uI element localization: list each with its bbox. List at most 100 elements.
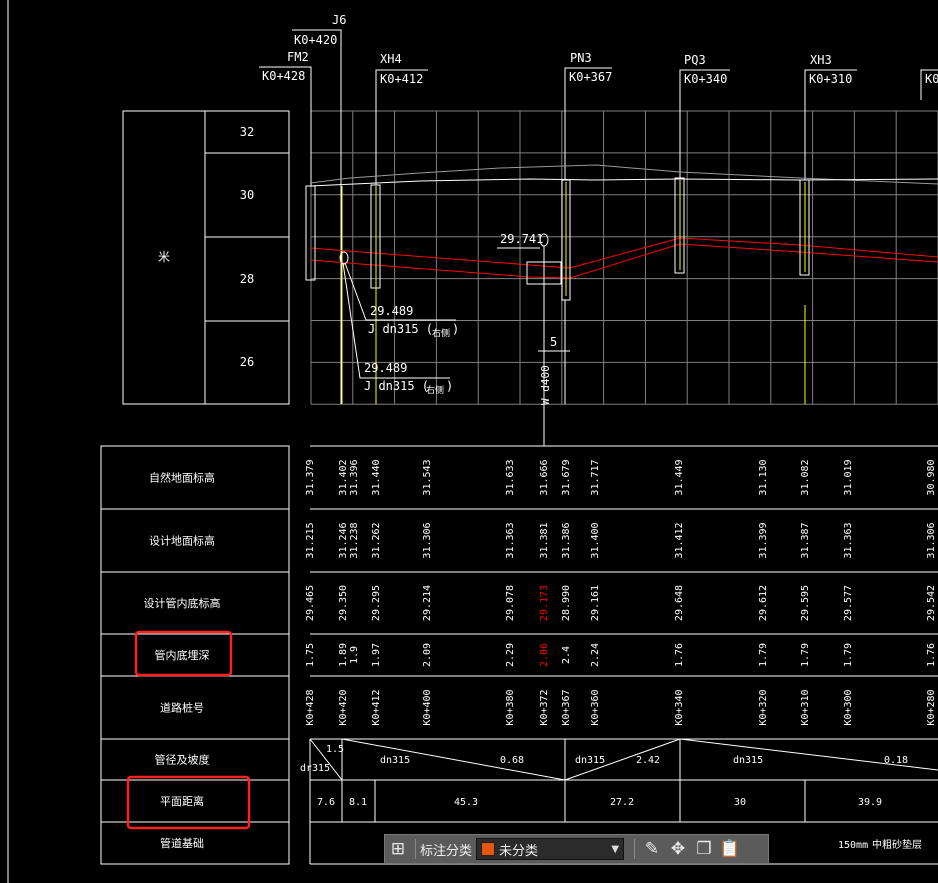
table-cell-depth: 1.79 <box>800 643 811 667</box>
table-cell-depth: 1.9 <box>349 646 360 664</box>
pipe-size: dn315 <box>733 755 763 766</box>
table-cell-invert: 29.465 <box>305 585 316 621</box>
table-cell-chainage: K0+380 <box>505 689 516 725</box>
pipe-size: dn315 <box>575 755 605 766</box>
table-cell-design-ground: 31.399 <box>758 522 769 558</box>
pipe-note: 右侧 <box>426 384 444 396</box>
pipe-slope: 2.42 <box>636 755 660 766</box>
row-label: 管径及坡度 <box>155 753 210 767</box>
table-cell-depth: 1.79 <box>843 643 854 667</box>
table-cell-design-ground: 31.412 <box>674 522 685 558</box>
pipe-label[interactable]: W d400 <box>539 365 552 405</box>
category-label: 标注分类 <box>420 843 473 859</box>
table-cell-depth: 1.97 <box>371 643 382 667</box>
table-cell-ground: 30.980 <box>926 459 937 495</box>
row-label: 管内底埋深 <box>155 648 210 662</box>
table-cell-chainage: K0+360 <box>590 689 601 725</box>
pipe-slope: 0.68 <box>500 755 524 766</box>
table-cell-chainage: K0+400 <box>422 689 433 725</box>
table-cell-depth: 2.09 <box>422 643 433 667</box>
station-chainage: K0+310 <box>809 72 852 86</box>
table-cell-invert: 29.173 <box>539 585 550 621</box>
table-cell-depth: 2.06 <box>539 643 550 667</box>
pipe-annotation[interactable]: J dn315 ( <box>368 322 433 336</box>
grid-icon[interactable]: ⊞ <box>385 836 411 862</box>
table-cell-invert: 29.542 <box>926 585 937 621</box>
copy-icon[interactable]: ❐ <box>691 836 717 862</box>
table-cell-chainage: K0+310 <box>800 689 811 725</box>
station-headers: J6 K0+420 FM2 K0+428 XH4 K0+412 PN3 K0+3… <box>259 13 938 404</box>
pipe-size: dr315 <box>300 763 330 774</box>
table-cell-design-ground: 31.387 <box>800 522 811 558</box>
table-cell-ground: 31.666 <box>539 459 550 495</box>
foundation-thickness: 150mm <box>838 840 868 851</box>
station-name[interactable]: FM2 <box>287 50 309 64</box>
pipe-annotation[interactable]: J dn315 ( <box>364 379 429 393</box>
table-cell-ground: 31.679 <box>561 459 572 495</box>
station-name[interactable]: XH3 <box>810 53 832 67</box>
chevron-down-icon: ▼ <box>611 843 620 855</box>
table-cell-invert: 29.295 <box>371 585 382 621</box>
row-label: 设计管内底标高 <box>144 596 221 610</box>
table-cell-chainage: K0+367 <box>561 689 572 725</box>
table-cell-design-ground: 31.381 <box>539 522 550 558</box>
table-cell-ground: 31.449 <box>674 459 685 495</box>
table-cell-invert: 29.595 <box>800 585 811 621</box>
table-cell-invert: 29.648 <box>674 585 685 621</box>
table-cell-depth: 1.79 <box>758 643 769 667</box>
table-cell-invert: 29.577 <box>843 585 854 621</box>
pipe-top-line <box>309 237 938 269</box>
elevation-annotation[interactable]: 29.489 <box>370 304 413 318</box>
distance-cell: 30 <box>734 797 746 808</box>
station-chainage: K0+420 <box>294 33 337 47</box>
table-cell-ground: 31.633 <box>505 459 516 495</box>
foundation-material: 中粗砂垫层 <box>872 838 922 851</box>
station-chainage: K0+428 <box>262 69 305 83</box>
table-cell-chainage: K0+428 <box>305 689 316 725</box>
table-cell-ground: 31.440 <box>371 459 382 495</box>
dimension-label: 5 <box>550 335 557 349</box>
table-cell-design-ground: 31.215 <box>305 522 316 558</box>
category-select[interactable]: 未分类 ▼ <box>476 838 625 860</box>
distance-cell: 7.6 <box>317 797 335 808</box>
table-cell-ground: 31.019 <box>843 459 854 495</box>
elevation-annotation[interactable]: 29.741 <box>500 232 543 246</box>
scale-tick: 28 <box>240 272 254 286</box>
table-cell-chainage: K0+340 <box>674 689 685 725</box>
station-name[interactable]: XH4 <box>380 52 402 66</box>
table-cell-invert: 29.078 <box>505 585 516 621</box>
pipe-slope: 1.5 <box>326 744 344 755</box>
move-icon[interactable]: ✥ <box>665 836 691 862</box>
edit-icon[interactable]: ✎ <box>639 836 665 862</box>
table-cell-ground: 31.130 <box>758 459 769 495</box>
divider <box>634 839 636 859</box>
natural-ground-line <box>309 164 938 185</box>
station-name[interactable]: PQ3 <box>684 53 706 67</box>
paste-icon[interactable]: 📋 <box>717 836 743 862</box>
distance-cell: 39.9 <box>858 797 882 808</box>
scale-tick: 26 <box>240 355 254 369</box>
cad-canvas[interactable]: 米 32 30 28 26 J6 K0+420 FM2 K0+428 XH4 K… <box>0 0 938 883</box>
distance-cell: 8.1 <box>349 797 367 808</box>
table-cell-invert: 29.161 <box>590 585 601 621</box>
row-label: 道路桩号 <box>160 701 204 715</box>
row-label: 平面距离 <box>160 794 204 808</box>
category-color-swatch <box>481 842 496 856</box>
table-cell-design-ground: 31.246 <box>338 522 349 558</box>
station-name[interactable]: J6 <box>332 13 346 27</box>
row-label: 管道基础 <box>160 836 204 850</box>
table-cell-ground: 31.717 <box>590 459 601 495</box>
scale-unit: 米 <box>158 250 170 264</box>
table-cell-depth: 2.4 <box>561 646 572 664</box>
elevation-scale: 米 32 30 28 26 <box>122 110 290 405</box>
category-value: 未分类 <box>499 843 539 859</box>
table-cell-design-ground: 31.386 <box>561 522 572 558</box>
distance-cell: 27.2 <box>610 797 634 808</box>
table-cell-design-ground: 31.306 <box>926 522 937 558</box>
paren: ) <box>452 322 459 336</box>
divider <box>415 839 416 859</box>
table-cell-chainage: K0+280 <box>926 689 937 725</box>
table-cell-chainage: K0+300 <box>843 689 854 725</box>
station-name[interactable]: PN3 <box>570 51 592 65</box>
elevation-annotation[interactable]: 29.489 <box>364 361 407 375</box>
